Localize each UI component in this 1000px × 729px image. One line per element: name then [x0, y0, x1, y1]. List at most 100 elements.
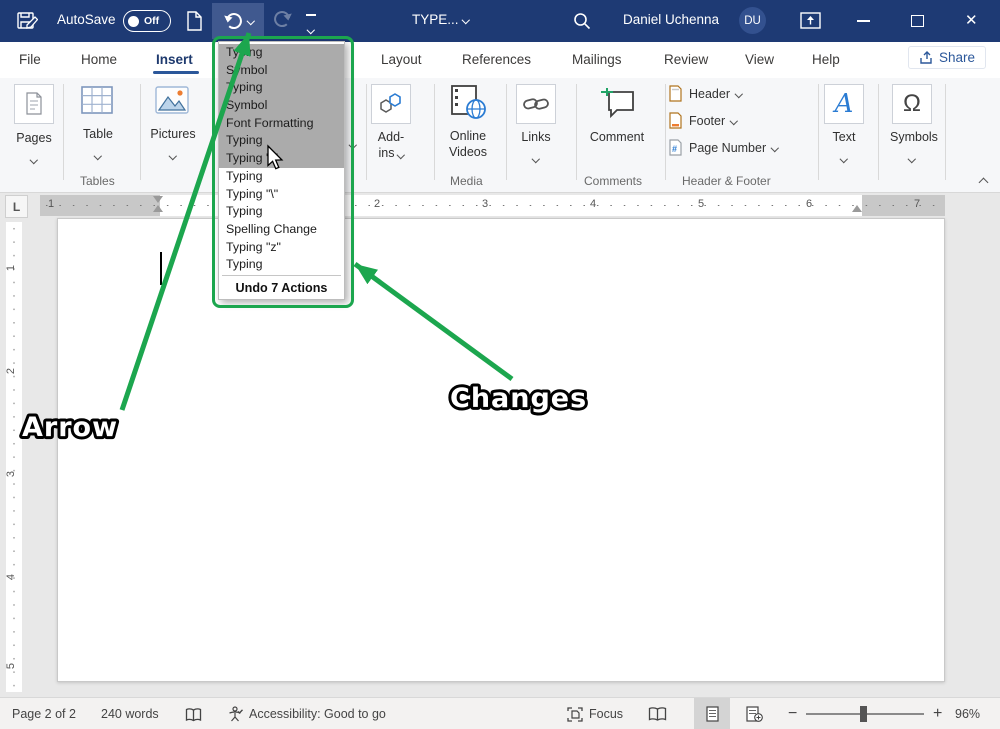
- undo-menu-item[interactable]: Typing: [219, 256, 344, 274]
- autosave-label: AutoSave: [57, 12, 116, 27]
- undo-history-menu: Typing Symbol Typing Symbol Font Formatt…: [218, 41, 345, 300]
- group-label-tables: Tables: [80, 174, 115, 188]
- hidden-button-chevron[interactable]: [349, 141, 357, 149]
- search-icon[interactable]: [572, 11, 592, 31]
- tab-home[interactable]: Home: [81, 42, 117, 78]
- undo-menu-item[interactable]: Symbol: [219, 62, 344, 80]
- document-page[interactable]: [57, 218, 945, 682]
- tab-stop-selector[interactable]: L: [5, 195, 28, 218]
- undo-menu-item[interactable]: Typing: [219, 203, 344, 221]
- horizontal-ruler[interactable]: 1 2 3 4 5 6 7: [40, 195, 945, 216]
- table-icon: [81, 86, 113, 114]
- undo-menu-item[interactable]: Typing: [219, 79, 344, 97]
- group-separator: [63, 84, 64, 180]
- close-button[interactable]: ✕: [965, 11, 978, 29]
- zoom-in-button[interactable]: +: [933, 698, 942, 729]
- header-button[interactable]: Header: [668, 85, 742, 102]
- page-indicator[interactable]: Page 2 of 2: [12, 698, 76, 729]
- undo-menu-item[interactable]: Typing: [219, 132, 344, 150]
- avatar[interactable]: DU: [739, 7, 766, 34]
- zoom-slider[interactable]: [806, 698, 924, 729]
- share-button[interactable]: Share: [908, 46, 986, 69]
- add-ins-icon: [378, 92, 404, 116]
- proofing-icon[interactable]: [185, 698, 202, 729]
- table-chevron: [94, 151, 102, 159]
- zoom-level[interactable]: 96%: [955, 698, 980, 729]
- undo-dropdown-chevron[interactable]: [247, 17, 255, 25]
- undo-menu-item[interactable]: Spelling Change: [219, 221, 344, 239]
- pictures-button[interactable]: Pictures: [148, 86, 198, 163]
- minimize-button[interactable]: [857, 20, 870, 22]
- new-document-icon[interactable]: [184, 10, 204, 32]
- footer-button[interactable]: Footer: [668, 112, 737, 129]
- avatar-initials: DU: [744, 15, 761, 27]
- vertical-ruler[interactable]: 1 2 3 4 5: [6, 222, 22, 692]
- zoom-track[interactable]: [806, 713, 924, 715]
- zoom-thumb[interactable]: [860, 706, 867, 722]
- links-button[interactable]: Links: [514, 84, 558, 166]
- autosave-toggle[interactable]: Off: [123, 10, 171, 32]
- online-videos-button[interactable]: Online Videos: [444, 84, 492, 160]
- print-layout-button[interactable]: [694, 698, 730, 729]
- page-number-button[interactable]: # Page Number: [668, 139, 778, 156]
- undo-menu-item[interactable]: Typing "\": [219, 150, 344, 168]
- tab-file[interactable]: File: [19, 42, 41, 78]
- ruler-number: 1: [5, 265, 17, 271]
- right-indent-marker[interactable]: [852, 205, 862, 212]
- svg-text:#: #: [672, 144, 677, 154]
- tab-references[interactable]: References: [462, 42, 531, 78]
- web-layout-button[interactable]: [746, 698, 763, 729]
- undo-icon: [222, 11, 244, 31]
- undo-menu-item[interactable]: Typing: [219, 44, 344, 62]
- comment-button[interactable]: Comment: [588, 84, 646, 145]
- tab-layout[interactable]: Layout: [381, 42, 422, 78]
- group-separator: [434, 84, 435, 180]
- save-icon[interactable]: [16, 10, 38, 32]
- undo-menu-item[interactable]: Symbol: [219, 97, 344, 115]
- accessibility-status[interactable]: Accessibility: Good to go: [228, 698, 386, 729]
- focus-button[interactable]: Focus: [567, 698, 623, 729]
- ribbon-tab-row: File Home Insert Layout References Maili…: [0, 42, 1000, 78]
- tab-view[interactable]: View: [745, 42, 774, 78]
- page-number-icon: #: [668, 139, 683, 156]
- word-count[interactable]: 240 words: [101, 698, 159, 729]
- hanging-indent-marker[interactable]: [153, 205, 163, 212]
- document-title[interactable]: TYPE...: [412, 12, 459, 27]
- first-line-indent-marker[interactable]: [153, 196, 163, 203]
- symbols-label: Symbols: [890, 129, 934, 145]
- customize-qat-icon[interactable]: [306, 14, 316, 37]
- maximize-button[interactable]: [911, 15, 924, 27]
- text-cursor: [160, 252, 162, 285]
- ruler-number: 1: [48, 198, 54, 210]
- tab-mailings[interactable]: Mailings: [572, 42, 622, 78]
- pages-chevron: [30, 155, 38, 163]
- redo-icon-disabled: [272, 9, 294, 29]
- symbols-button[interactable]: Ω Symbols: [890, 84, 934, 166]
- ruler-number: 5: [5, 663, 17, 669]
- footer-chevron: [730, 117, 738, 125]
- undo-menu-item[interactable]: Font Formatting: [219, 115, 344, 133]
- ruler-number: 3: [482, 198, 488, 210]
- tab-help[interactable]: Help: [812, 42, 840, 78]
- doc-title-chevron[interactable]: [462, 16, 470, 24]
- ribbon-display-options-icon[interactable]: [800, 12, 821, 29]
- undo-menu-item[interactable]: Typing "z": [219, 239, 344, 257]
- undo-button[interactable]: [212, 3, 264, 39]
- tab-review[interactable]: Review: [664, 42, 708, 78]
- pages-button[interactable]: Pages: [12, 84, 56, 167]
- undo-menu-item[interactable]: Typing: [219, 168, 344, 186]
- print-layout-icon: [706, 706, 719, 722]
- table-button[interactable]: Table: [74, 86, 122, 163]
- group-separator: [818, 84, 819, 180]
- ruler-number: 4: [5, 574, 17, 580]
- group-separator: [506, 84, 507, 180]
- read-mode-button[interactable]: [648, 698, 667, 729]
- table-label: Table: [74, 126, 122, 142]
- comment-icon: [599, 84, 637, 120]
- footer-label: Footer: [689, 114, 725, 128]
- undo-menu-item[interactable]: Typing "\": [219, 186, 344, 204]
- zoom-out-button[interactable]: −: [788, 698, 797, 729]
- collapse-ribbon-chevron[interactable]: [979, 178, 989, 188]
- add-ins-button[interactable]: Add- ins: [370, 84, 412, 161]
- text-button[interactable]: A Text: [824, 84, 864, 166]
